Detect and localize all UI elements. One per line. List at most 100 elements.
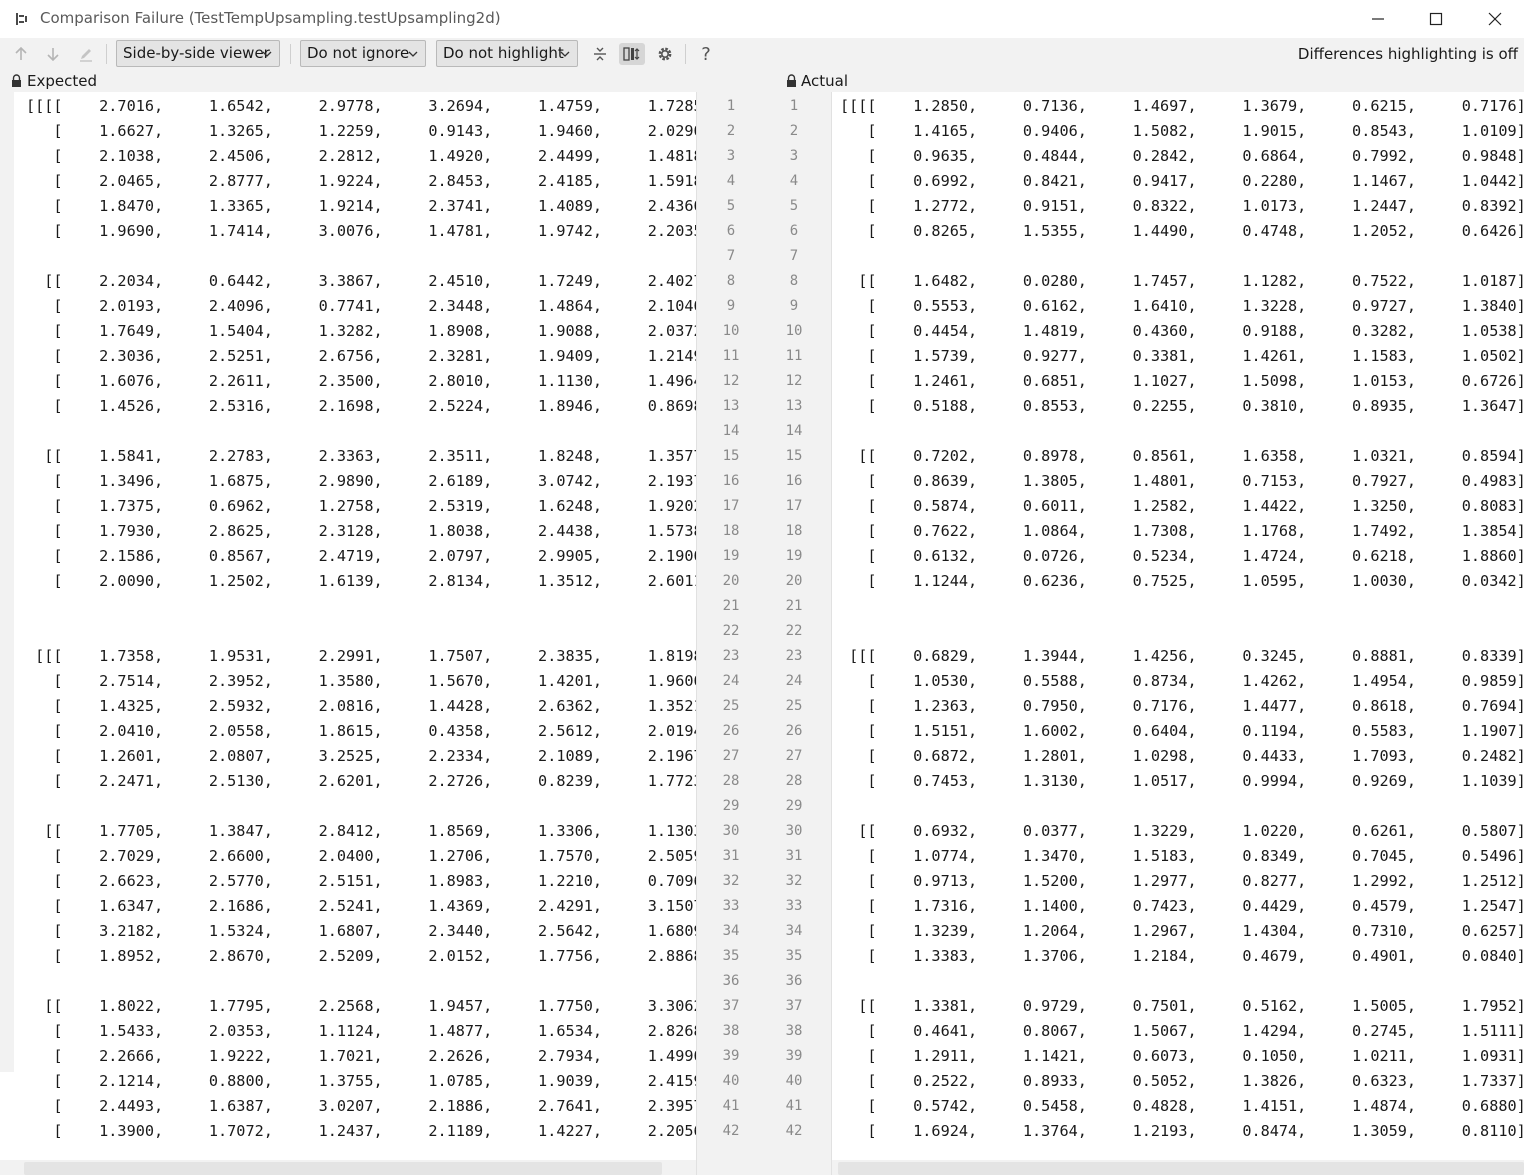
- actual-header: Actual: [776, 70, 1524, 92]
- expected-line-number: 38: [722, 1023, 740, 1039]
- code-line: [ 0.9713, 1.5200, 1.2977, 0.8277, 1.2992…: [840, 872, 1524, 890]
- pencil-icon[interactable]: [75, 43, 97, 65]
- title-bar: Comparison Failure (TestTempUpsampling.t…: [0, 0, 1524, 38]
- expected-line-number: 5: [726, 198, 736, 214]
- maximize-button[interactable]: [1407, 0, 1465, 38]
- actual-line-number: 3: [789, 148, 799, 164]
- close-button[interactable]: [1466, 0, 1524, 38]
- code-line: [ 1.2911, 1.1421, 0.6073, 0.1050, 1.0211…: [840, 1047, 1524, 1065]
- expected-editor[interactable]: [[[[ 2.7016, 1.6542, 2.9778, 3.2694, 1.4…: [14, 92, 696, 1160]
- expected-line-number: 24: [722, 673, 740, 689]
- actual-line-number: 27: [785, 748, 803, 764]
- actual-line-number: 8: [789, 273, 799, 289]
- actual-editor[interactable]: [[[[ 1.2850, 0.7136, 1.4697, 1.3679, 0.6…: [832, 92, 1524, 1160]
- actual-line-number: 17: [785, 498, 803, 514]
- code-line: [ 0.8265, 1.5355, 1.4490, 0.4748, 1.2052…: [840, 222, 1524, 240]
- ignore-select[interactable]: Do not ignore: [300, 40, 426, 67]
- expected-line-number: 23: [722, 648, 740, 664]
- code-line: [ 2.4493, 1.6387, 3.0207, 2.1886, 2.7641…: [26, 1097, 696, 1115]
- code-line: [ 1.5739, 0.9277, 0.3381, 1.4261, 1.1583…: [840, 347, 1524, 365]
- code-line: [ 0.8639, 1.3805, 1.4801, 0.7153, 0.7927…: [840, 472, 1524, 490]
- highlight-select[interactable]: Do not highlight: [436, 40, 578, 67]
- actual-line-number: 16: [785, 473, 803, 489]
- code-line: [ 1.5151, 1.6002, 0.6404, 0.1194, 0.5583…: [840, 722, 1524, 740]
- code-line: [ 0.2522, 0.8933, 0.5052, 1.3826, 0.6323…: [840, 1072, 1524, 1090]
- actual-line-number: 13: [785, 398, 803, 414]
- expected-line-number: 14: [722, 423, 740, 439]
- gear-icon[interactable]: [654, 43, 676, 65]
- code-line: [[ 1.8022, 1.7795, 2.2568, 1.9457, 1.775…: [26, 997, 696, 1015]
- actual-line-number: 26: [785, 723, 803, 739]
- code-line: [ 1.2363, 0.7950, 0.7176, 1.4477, 0.8618…: [840, 697, 1524, 715]
- code-line: [ 1.8952, 2.8670, 2.5209, 2.0152, 1.7756…: [26, 947, 696, 965]
- collapse-unchanged-icon[interactable]: [589, 43, 611, 65]
- code-line: [ 0.4641, 0.8067, 1.5067, 1.4294, 0.2745…: [840, 1022, 1524, 1040]
- actual-line-number: 32: [785, 873, 803, 889]
- code-line: [[[ 0.6829, 1.3944, 1.4256, 0.3245, 0.88…: [840, 647, 1524, 665]
- actual-line-number: 30: [785, 823, 803, 839]
- actual-line-number: 37: [785, 998, 803, 1014]
- expected-line-number: 12: [722, 373, 740, 389]
- code-line: [[ 1.7705, 1.3847, 2.8412, 1.8569, 1.330…: [26, 822, 696, 840]
- code-line: [ 1.4526, 2.5316, 2.1698, 2.5224, 1.8946…: [26, 397, 696, 415]
- arrow-down-icon[interactable]: [42, 43, 64, 65]
- code-line: [ 0.6872, 1.2801, 1.0298, 0.4433, 1.7093…: [840, 747, 1524, 765]
- expected-line-number: 39: [722, 1048, 740, 1064]
- expected-line-number: 4: [726, 173, 736, 189]
- expected-line-number: 22: [722, 623, 740, 639]
- code-line: [ 2.3036, 2.5251, 2.6756, 2.3281, 1.9409…: [26, 347, 696, 365]
- sync-scroll-icon[interactable]: [619, 43, 645, 65]
- toolbar-separator: [106, 44, 107, 64]
- viewer-select[interactable]: Side-by-side viewer: [116, 40, 280, 67]
- code-line: [ 0.6132, 0.0726, 0.5234, 1.4724, 0.6218…: [840, 547, 1524, 565]
- actual-line-number: 21: [785, 598, 803, 614]
- code-line: [[[ 1.7358, 1.9531, 2.2991, 1.7507, 2.38…: [26, 647, 696, 665]
- code-line: [ 1.3239, 1.2064, 1.2967, 1.4304, 0.7310…: [840, 922, 1524, 940]
- actual-line-number: 29: [785, 798, 803, 814]
- chevron-down-icon: [408, 51, 418, 57]
- actual-line-number: 36: [785, 973, 803, 989]
- code-line: [ 1.0530, 0.5588, 0.8734, 1.4262, 1.4954…: [840, 672, 1524, 690]
- code-line: [ 0.5553, 0.6162, 1.6410, 1.3228, 0.9727…: [840, 297, 1524, 315]
- actual-line-number: 39: [785, 1048, 803, 1064]
- expected-line-number: 10: [722, 323, 740, 339]
- actual-line-number: 6: [789, 223, 799, 239]
- code-line: [[ 1.5841, 2.2783, 2.3363, 2.3511, 1.824…: [26, 447, 696, 465]
- code-line: [ 2.2666, 1.9222, 1.7021, 2.2626, 2.7934…: [26, 1047, 696, 1065]
- actual-line-number: 25: [785, 698, 803, 714]
- expected-line-number: 27: [722, 748, 740, 764]
- code-line: [ 1.0774, 1.3470, 1.5183, 0.8349, 0.7045…: [840, 847, 1524, 865]
- expected-header: Expected: [0, 70, 696, 92]
- actual-line-number: 19: [785, 548, 803, 564]
- code-line: [ 0.5874, 0.6011, 1.2582, 1.4422, 1.3250…: [840, 497, 1524, 515]
- left-margin: [0, 92, 14, 1072]
- expected-line-number: 40: [722, 1073, 740, 1089]
- expected-line-number: 26: [722, 723, 740, 739]
- code-line: [ 2.6623, 2.5770, 2.5151, 1.8983, 1.2210…: [26, 872, 696, 890]
- code-line: [ 2.2471, 2.5130, 2.6201, 2.2726, 0.8239…: [26, 772, 696, 790]
- chevron-down-icon: [560, 51, 570, 57]
- code-line: [ 2.1586, 0.8567, 2.4719, 2.0797, 2.9905…: [26, 547, 696, 565]
- expected-line-number: 17: [722, 498, 740, 514]
- code-line: [ 1.3496, 1.6875, 2.9890, 2.6189, 3.0742…: [26, 472, 696, 490]
- arrow-up-icon[interactable]: [10, 43, 32, 65]
- expected-line-number: 1: [726, 98, 736, 114]
- code-line: [ 1.2601, 2.0807, 3.2525, 2.2334, 2.1089…: [26, 747, 696, 765]
- expected-line-number: 34: [722, 923, 740, 939]
- expected-horizontal-scrollbar[interactable]: [24, 1162, 662, 1175]
- expected-line-number: 2: [726, 123, 736, 139]
- help-button[interactable]: ?: [695, 43, 717, 65]
- code-line: [[[[ 2.7016, 1.6542, 2.9778, 3.2694, 1.4…: [26, 97, 696, 115]
- expected-line-number: 32: [722, 873, 740, 889]
- actual-line-number: 14: [785, 423, 803, 439]
- code-line: [ 0.6992, 0.8421, 0.9417, 0.2280, 1.1467…: [840, 172, 1524, 190]
- expected-line-number: 41: [722, 1098, 740, 1114]
- code-line: [[ 1.6482, 0.0280, 1.7457, 1.1282, 0.752…: [840, 272, 1524, 290]
- actual-horizontal-scrollbar[interactable]: [838, 1162, 1524, 1175]
- minimize-button[interactable]: [1349, 0, 1407, 38]
- code-line: [ 2.1038, 2.4506, 2.2812, 1.4920, 2.4499…: [26, 147, 696, 165]
- code-line: [ 0.9635, 0.4844, 0.2842, 0.6864, 0.7992…: [840, 147, 1524, 165]
- code-line: [ 2.0090, 1.2502, 1.6139, 2.8134, 1.3512…: [26, 572, 696, 590]
- code-line: [ 2.1214, 0.8800, 1.3755, 1.0785, 1.9039…: [26, 1072, 696, 1090]
- actual-line-number: 10: [785, 323, 803, 339]
